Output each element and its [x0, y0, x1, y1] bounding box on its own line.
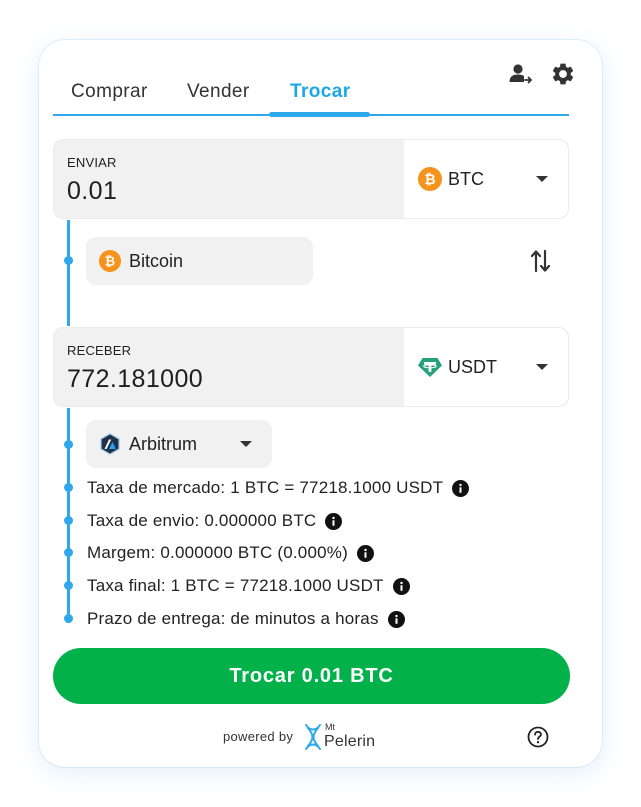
info-icon[interactable] [387, 610, 405, 628]
send-currency-label: BTC [448, 169, 484, 189]
tab-comprar[interactable]: Comprar [71, 81, 148, 103]
swap-submit-button[interactable]: Trocar 0.01 BTC [53, 648, 570, 704]
bitcoin-icon: ₿ [99, 250, 121, 272]
final-rate-text: Taxa final: 1 BTC = 77218.1000 USDT [87, 576, 384, 595]
delivery-time-row: Prazo de entrega: de minutos a horas [87, 609, 405, 629]
tab-trocar[interactable]: Trocar [290, 81, 351, 103]
connector-dot [64, 483, 73, 492]
margin-text: Margem: 0.000000 BTC (0.000%) [87, 543, 348, 562]
svg-text:₿: ₿ [424, 172, 435, 188]
connector-dot [64, 614, 73, 623]
gear-icon[interactable] [550, 61, 576, 87]
active-tab-indicator [269, 112, 370, 117]
pelerin-mark-icon [305, 724, 321, 750]
info-icon[interactable] [356, 544, 374, 562]
receive-currency-label: USDT [448, 357, 497, 377]
person-arrow-icon[interactable] [508, 61, 534, 87]
receive-network-label: Arbitrum [129, 434, 198, 454]
connector-dot [64, 581, 73, 590]
brand-small-text: Mt [325, 722, 335, 732]
connector-dot [64, 440, 73, 449]
delivery-time-text: Prazo de entrega: de minutos a horas [87, 609, 379, 628]
receive-amount-value: 772.181000 [67, 365, 204, 393]
powered-by-text: powered by [223, 729, 294, 744]
tether-icon [418, 358, 442, 377]
question-circle-icon[interactable] [527, 726, 549, 748]
send-amount-value: 0.01 [67, 177, 118, 205]
chevron-down-icon [240, 441, 252, 447]
swap-arrows-icon[interactable] [529, 247, 553, 275]
info-icon[interactable] [392, 577, 410, 595]
send-currency-select[interactable]: ₿ BTC [404, 140, 568, 218]
arbitrum-icon [100, 433, 120, 455]
mt-pelerin-logo[interactable]: Mt Pelerin [304, 722, 376, 752]
send-network-label: Bitcoin [129, 251, 184, 271]
chevron-down-icon [536, 364, 548, 370]
connector-line [67, 220, 70, 326]
bitcoin-icon: ₿ [418, 167, 442, 191]
send-fee-row: Taxa de envio: 0.000000 BTC [87, 511, 343, 531]
svg-text:₿: ₿ [105, 255, 115, 270]
info-icon[interactable] [325, 512, 343, 530]
connector-dot [64, 256, 73, 265]
receive-network-select[interactable]: Arbitrum [86, 420, 272, 468]
send-amount-box: ENVIAR 0.01 ₿ BTC [53, 139, 569, 219]
send-network-chip[interactable]: ₿ Bitcoin [86, 237, 313, 285]
connector-dot [64, 548, 73, 557]
market-rate-row: Taxa de mercado: 1 BTC = 77218.1000 USDT [87, 478, 470, 498]
connector-dot [64, 516, 73, 525]
market-rate-text: Taxa de mercado: 1 BTC = 77218.1000 USDT [87, 478, 444, 497]
receive-amount-box: RECEBER 772.181000 USDT [53, 327, 569, 407]
margin-row: Margem: 0.000000 BTC (0.000%) [87, 543, 374, 563]
final-rate-row: Taxa final: 1 BTC = 77218.1000 USDT [87, 576, 410, 596]
chevron-down-icon [536, 176, 548, 182]
swap-widget: Comprar Vender Trocar ENVIAR 0.01 ₿ BTC … [39, 40, 602, 767]
send-fee-text: Taxa de envio: 0.000000 BTC [87, 511, 317, 530]
info-icon[interactable] [452, 479, 470, 497]
tab-vender[interactable]: Vender [187, 81, 250, 103]
receive-currency-select[interactable]: USDT [404, 328, 568, 406]
brand-text: Pelerin [324, 733, 376, 750]
